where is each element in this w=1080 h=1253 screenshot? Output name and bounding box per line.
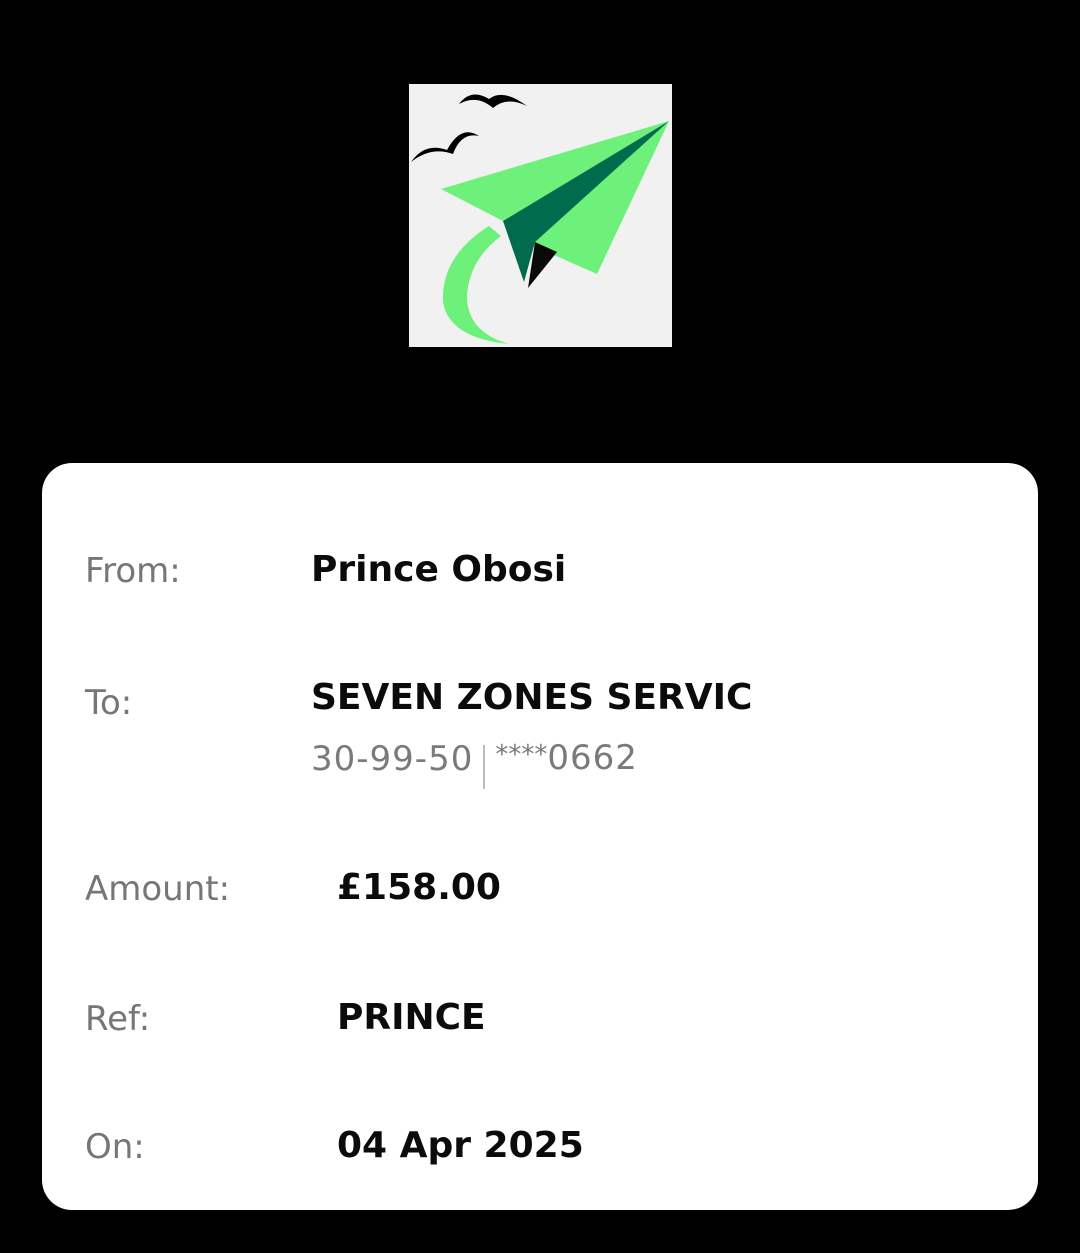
sort-code: 30-99-50 <box>311 739 474 779</box>
to-label: To: <box>85 683 133 723</box>
amount-label: Amount: <box>85 869 231 909</box>
transfer-details-card: From: Prince Obosi To: SEVEN ZONES SERVI… <box>42 463 1038 1210</box>
brand-logo <box>409 84 672 347</box>
account-details: 30-99-50 ****0662 <box>311 735 638 789</box>
on-value: 04 Apr 2025 <box>337 1125 584 1166</box>
on-label: On: <box>85 1127 145 1167</box>
account-number: ****0662 <box>495 738 638 781</box>
account-suffix: 0662 <box>547 737 638 778</box>
from-label: From: <box>85 551 181 591</box>
to-value: SEVEN ZONES SERVIC <box>311 677 753 718</box>
from-value: Prince Obosi <box>311 549 567 590</box>
contrail-shape <box>442 226 509 344</box>
bird-icon <box>411 132 479 162</box>
ref-value: PRINCE <box>337 997 486 1038</box>
bird-icon <box>459 94 527 108</box>
account-mask: **** <box>495 739 548 770</box>
paper-plane-icon <box>411 94 669 344</box>
ref-label: Ref: <box>85 999 151 1039</box>
amount-value: £158.00 <box>337 867 501 908</box>
divider <box>483 745 486 789</box>
